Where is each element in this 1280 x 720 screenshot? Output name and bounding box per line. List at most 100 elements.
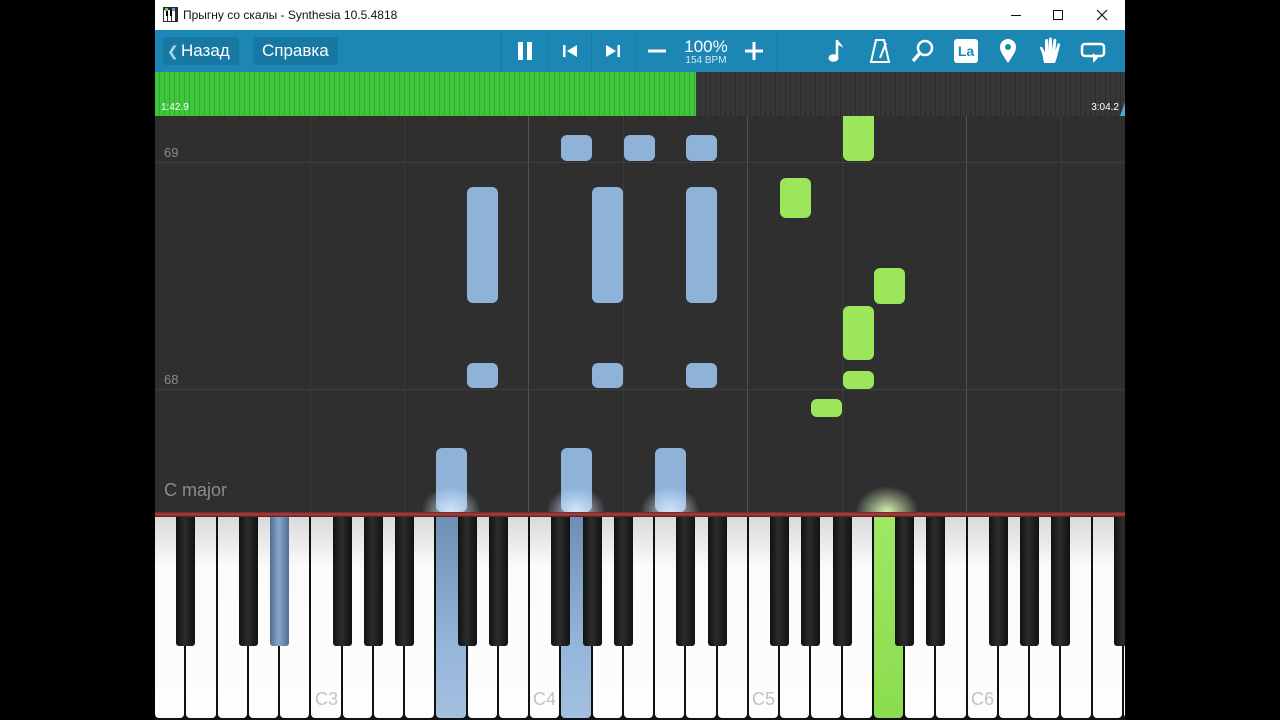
speed-percent: 100% (684, 37, 728, 56)
black-key[interactable] (926, 517, 946, 646)
hands-button[interactable] (1035, 36, 1065, 66)
metronome-button[interactable] (865, 36, 895, 66)
octave-label: C3 (315, 689, 339, 709)
current-time: 1:42.9 (161, 102, 189, 113)
note-icon (828, 40, 843, 62)
synthesia-window: Прыгну со скалы - Synthesia 10.5.4818 ❮ … (155, 0, 1125, 720)
octave-guide-line (966, 116, 967, 512)
help-button[interactable]: Справка (253, 37, 338, 65)
falling-note (624, 135, 655, 161)
loop-icon (1080, 42, 1106, 63)
key-guide-line (623, 116, 624, 512)
pause-icon (518, 42, 532, 60)
note-hit-sparkle (640, 486, 700, 512)
piano-keyboard: C3 C4 C5 C6 (155, 517, 1125, 720)
measure-line (155, 389, 1125, 390)
black-key[interactable] (988, 517, 1008, 646)
speed-down-button[interactable] (642, 36, 672, 66)
tempo-bpm: 154 BPM (685, 55, 727, 66)
note-labels-icon: La (954, 39, 978, 63)
falling-note (686, 363, 717, 388)
falling-note (592, 363, 623, 388)
falling-note (561, 135, 592, 161)
close-button[interactable] (1079, 0, 1125, 30)
octave-guide-line (528, 116, 529, 512)
help-label: Справка (262, 41, 329, 60)
falling-note (592, 187, 623, 303)
skip-back-icon (563, 45, 577, 57)
maximize-button[interactable] (1035, 0, 1081, 30)
close-icon (1096, 9, 1108, 21)
hand-icon (1040, 37, 1061, 63)
falling-note (843, 371, 874, 389)
forward-button[interactable] (598, 36, 628, 66)
octave-label: C6 (971, 689, 995, 709)
toolbar-divider (501, 30, 502, 72)
window-title: Прыгну со скалы - Synthesia 10.5.4818 (183, 8, 398, 22)
black-key[interactable] (707, 517, 727, 646)
black-key[interactable] (1020, 517, 1039, 646)
played-progress (155, 72, 696, 116)
falling-note (843, 306, 874, 360)
falling-note (780, 178, 811, 218)
falling-notes-area: 69 68 C major (155, 116, 1125, 512)
octave-guide-line (747, 116, 748, 512)
speed-up-button[interactable] (739, 36, 769, 66)
black-key[interactable] (770, 517, 789, 646)
pause-button[interactable] (510, 36, 540, 66)
sound-button[interactable] (822, 36, 852, 66)
black-key[interactable] (551, 517, 571, 646)
falling-note (467, 187, 498, 303)
key-guide-line (1061, 116, 1062, 512)
zoom-button[interactable] (908, 36, 938, 66)
synthesia-app-icon (163, 7, 178, 22)
falling-note (467, 363, 498, 388)
title-bar: Прыгну со скалы - Synthesia 10.5.4818 (155, 0, 1125, 30)
falling-note (686, 187, 717, 303)
minimize-icon (1011, 15, 1021, 16)
toolbar: ❮ Назад Справка 100% 154 BPM La (155, 30, 1125, 72)
chevron-left-icon: ❮ (167, 43, 179, 59)
black-key[interactable] (332, 517, 352, 646)
black-key[interactable] (270, 517, 289, 646)
total-time: 3:04.2 (1091, 102, 1119, 113)
black-key[interactable] (895, 517, 914, 646)
black-key[interactable] (176, 517, 196, 646)
falling-note (843, 116, 874, 161)
back-button[interactable]: ❮ Назад (163, 37, 239, 65)
note-labels-button[interactable]: La (951, 36, 981, 66)
black-key[interactable] (457, 517, 477, 646)
black-key[interactable] (1113, 517, 1125, 646)
octave-label: C4 (533, 689, 557, 709)
maximize-icon (1053, 10, 1063, 20)
end-marker[interactable] (1120, 102, 1125, 116)
octave-label: C5 (752, 689, 776, 709)
magnifier-icon (911, 39, 934, 63)
black-key[interactable] (395, 517, 414, 646)
black-key[interactable] (676, 517, 696, 646)
toolbar-divider (591, 30, 592, 72)
bookmark-button[interactable] (993, 36, 1023, 66)
skip-forward-icon (606, 45, 620, 57)
minimize-button[interactable] (993, 0, 1039, 30)
falling-note (686, 135, 717, 161)
black-key[interactable] (832, 517, 852, 646)
loop-button[interactable] (1078, 36, 1108, 66)
black-key[interactable] (582, 517, 602, 646)
key-guide-line (404, 116, 405, 512)
black-key[interactable] (238, 517, 258, 646)
toolbar-divider (547, 30, 548, 72)
measure-number: 68 (164, 372, 179, 387)
minus-icon (648, 49, 666, 53)
rewind-button[interactable] (555, 36, 585, 66)
plus-icon (745, 42, 763, 60)
black-key[interactable] (613, 517, 633, 646)
black-key[interactable] (801, 517, 821, 646)
black-key[interactable] (363, 517, 383, 646)
back-label: Назад (181, 41, 230, 60)
toolbar-divider (635, 30, 636, 72)
black-key[interactable] (488, 517, 508, 646)
song-progress-bar[interactable]: 1:42.9 3:04.2 (155, 72, 1125, 116)
black-key[interactable] (1051, 517, 1071, 646)
measure-number: 69 (164, 145, 179, 160)
